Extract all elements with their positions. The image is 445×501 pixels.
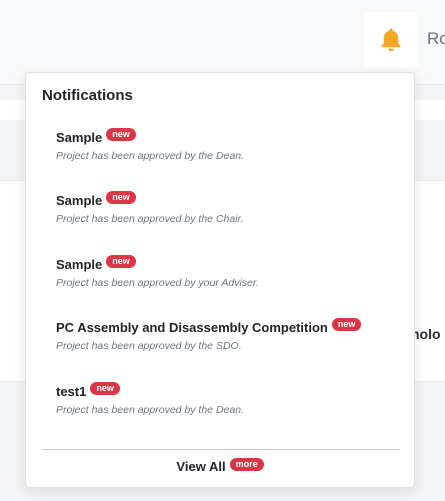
- view-all-label: View All: [176, 459, 226, 474]
- notification-item[interactable]: Sample new Project has been approved by …: [56, 127, 406, 162]
- new-badge: new: [106, 254, 136, 268]
- notification-title: Sample: [56, 256, 103, 272]
- notification-message: Project has been approved by your Advise…: [56, 277, 259, 289]
- more-badge: more: [229, 458, 264, 471]
- background-card-text: holo: [411, 326, 441, 342]
- dropdown-title: Notifications: [42, 87, 133, 104]
- notification-title: Sample: [56, 192, 103, 208]
- user-name[interactable]: Ro: [427, 29, 445, 49]
- notification-title: PC Assembly and Disassembly Competition: [56, 319, 328, 335]
- new-badge: new: [106, 190, 136, 204]
- notification-item[interactable]: Sample new Project has been approved by …: [56, 254, 406, 289]
- notification-item[interactable]: PC Assembly and Disassembly Competition …: [56, 317, 406, 352]
- notification-title: test1: [56, 383, 87, 399]
- view-all-link[interactable]: View All more: [26, 458, 414, 474]
- notification-item[interactable]: Sample new Project has been approved by …: [56, 190, 406, 225]
- notification-message: Project has been approved by the Dean.: [56, 404, 244, 416]
- notifications-button[interactable]: [364, 12, 417, 68]
- dropdown-divider: [42, 449, 400, 450]
- notification-message: Project has been approved by the SDO.: [56, 340, 242, 352]
- new-badge: new: [106, 127, 136, 141]
- notifications-dropdown: Notifications Sample new Project has bee…: [25, 72, 415, 488]
- notification-message: Project has been approved by the Dean.: [56, 150, 244, 162]
- notification-title: Sample: [56, 129, 103, 145]
- notification-message: Project has been approved by the Chair.: [56, 213, 244, 225]
- new-badge: new: [90, 381, 120, 395]
- notification-item[interactable]: test1 new Project has been approved by t…: [56, 381, 406, 416]
- bell-icon: [379, 27, 403, 53]
- new-badge: new: [331, 317, 362, 331]
